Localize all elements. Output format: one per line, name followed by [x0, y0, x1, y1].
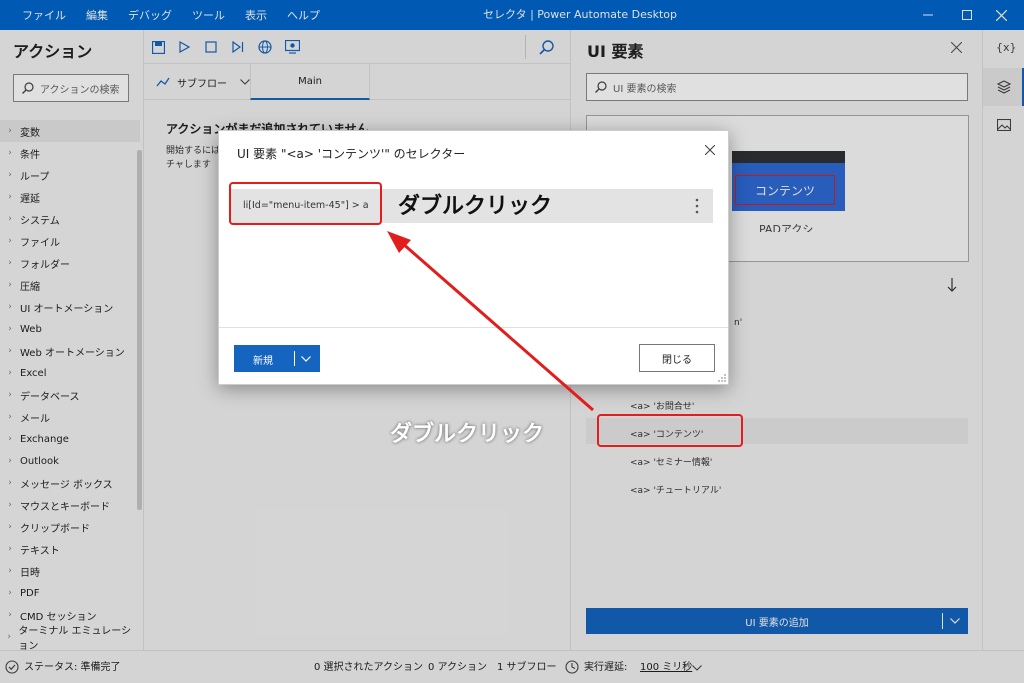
annotation-arrow [387, 231, 594, 412]
